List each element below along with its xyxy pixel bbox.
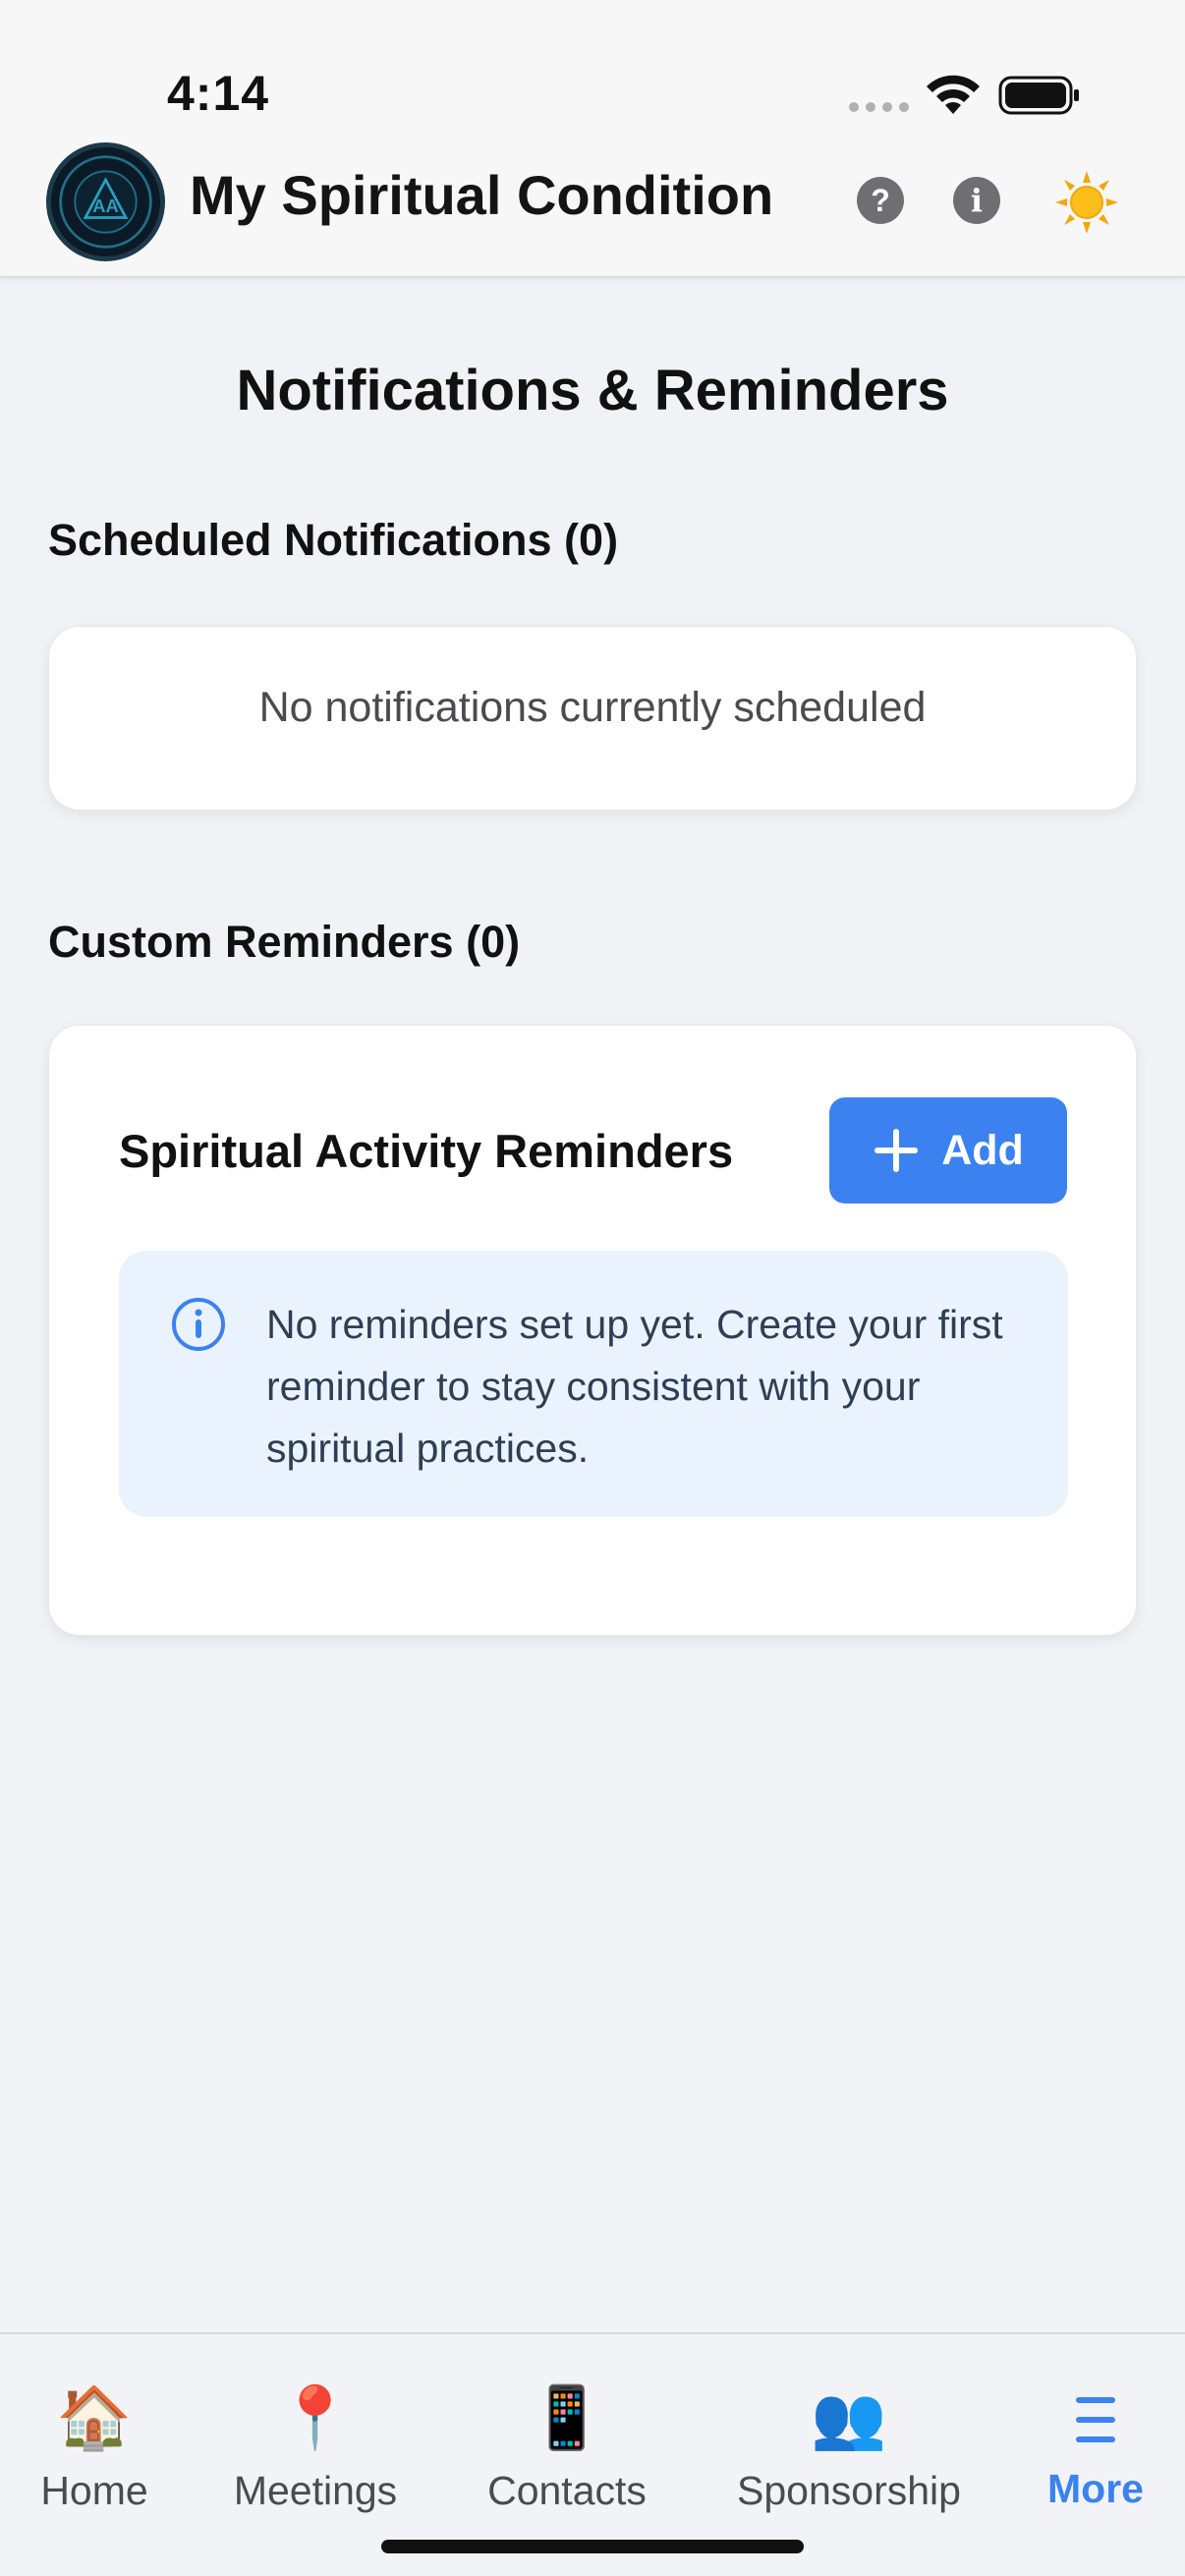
wifi-icon <box>927 75 980 114</box>
battery-icon <box>998 76 1079 115</box>
tab-more[interactable]: More <box>1022 2334 1169 2541</box>
phone-icon: 📱 <box>529 2384 605 2452</box>
home-indicator <box>381 2540 804 2553</box>
notifications-screen: 4:14 AA My Spiritual Condition ? i Notif… <box>0 0 1185 2576</box>
add-button-label: Add <box>941 1126 1024 1174</box>
tab-sponsorship[interactable]: 👥 Sponsorship <box>719 2334 979 2541</box>
info-message-text: No reminders set up yet. Create your fir… <box>266 1302 1003 1471</box>
add-reminder-button[interactable]: Add <box>829 1097 1067 1204</box>
tab-meetings[interactable]: 📍 Meetings <box>212 2334 419 2541</box>
tab-label: Meetings <box>233 2468 398 2513</box>
plus-icon <box>875 1129 919 1172</box>
help-icon[interactable]: ? <box>857 177 904 224</box>
tab-label: Sponsorship <box>737 2468 961 2513</box>
status-time: 4:14 <box>167 66 270 121</box>
tab-home[interactable]: 🏠 Home <box>16 2334 173 2541</box>
app-title: My Spiritual Condition <box>190 164 774 226</box>
tab-label: Contacts <box>487 2468 647 2513</box>
pin-icon: 📍 <box>277 2384 354 2452</box>
tab-contacts[interactable]: 📱 Contacts <box>462 2334 672 2541</box>
custom-reminders-title: Custom Reminders (0) <box>48 917 521 967</box>
scheduled-notifications-card: No notifications currently scheduled <box>48 626 1137 811</box>
people-icon: 👥 <box>811 2384 887 2452</box>
tab-label: More <box>1047 2466 1144 2511</box>
empty-state-text: No notifications currently scheduled <box>258 684 927 731</box>
info-circle-icon <box>172 1298 225 1351</box>
info-icon[interactable]: i <box>953 177 1000 224</box>
app-logo: AA <box>46 142 165 261</box>
svg-text:AA: AA <box>92 196 118 216</box>
info-message: No reminders set up yet. Create your fir… <box>119 1251 1068 1517</box>
cellular-signal-icon <box>849 102 909 112</box>
app-header: 4:14 AA My Spiritual Condition ? i <box>0 0 1185 278</box>
sun-icon[interactable] <box>1053 169 1120 236</box>
tab-label: Home <box>40 2468 148 2513</box>
custom-reminders-card: Spiritual Activity Reminders Add No remi… <box>48 1025 1137 1636</box>
menu-icon <box>1076 2397 1115 2442</box>
scheduled-notifications-title: Scheduled Notifications (0) <box>48 515 619 565</box>
page-title: Notifications & Reminders <box>236 359 949 422</box>
house-icon: 🏠 <box>56 2384 133 2452</box>
card-heading: Spiritual Activity Reminders <box>119 1125 734 1177</box>
